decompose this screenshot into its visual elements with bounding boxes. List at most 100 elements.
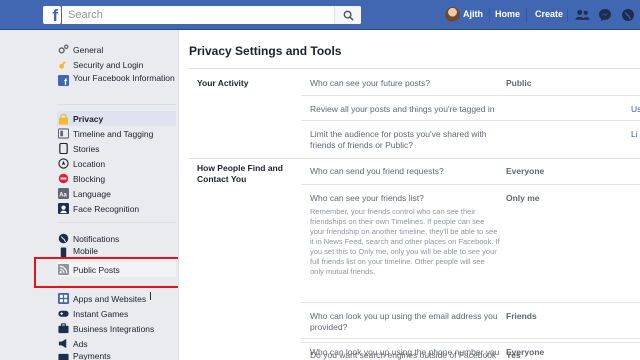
messenger-button[interactable]	[597, 7, 613, 23]
setting-question: Who can look you up using the email addr…	[310, 311, 498, 332]
setting-question: Who can see your future posts?	[310, 78, 431, 88]
apps-icon	[57, 293, 69, 305]
sidebar-item-label: Your Facebook Information	[73, 73, 175, 83]
highlight-box	[34, 257, 191, 288]
svg-text:Aa: Aa	[59, 192, 67, 198]
settings-row[interactable]: Who can see your friends list? Remember,…	[301, 184, 640, 302]
search-placeholder: Search	[68, 9, 103, 21]
sidebar-item-label: Privacy	[73, 113, 104, 124]
sidebar-item-general[interactable]: General	[57, 42, 176, 57]
sidebar-item-label: Blocking	[73, 173, 106, 184]
lock-icon	[57, 113, 69, 125]
key-icon	[57, 59, 69, 71]
sidebar-item-mobile[interactable]: Mobile	[57, 246, 176, 257]
search-button[interactable]	[334, 6, 361, 24]
divider	[189, 68, 640, 69]
search-input[interactable]: Search	[62, 6, 361, 24]
sidebar-item-timeline-and-tagging[interactable]: Timeline and Tagging	[57, 126, 176, 141]
settings-row[interactable]: Who can look you up using the email addr…	[301, 302, 640, 338]
sidebar-item-business-integrations[interactable]: Business Integrations	[57, 321, 176, 336]
friend-requests-button[interactable]	[574, 7, 590, 23]
sidebar-item-location[interactable]: Location	[57, 156, 176, 171]
sidebar-item-label: Location	[73, 158, 106, 169]
sidebar-item-label: Security and Login	[73, 59, 144, 70]
setting-description: Remember, your friends control who can s…	[310, 207, 500, 276]
sidebar-item-label: Face Recognition	[73, 203, 140, 214]
sidebar-item-label: General	[73, 44, 104, 55]
divider	[489, 8, 490, 22]
settings-row[interactable]: Review all your posts and things you're …	[301, 95, 640, 120]
sidebar-item-label: Stories	[73, 143, 100, 154]
text-cursor	[150, 292, 151, 300]
limit-past-posts-link[interactable]: Li	[631, 129, 638, 139]
top-navigation-bar: f Search Ajith Home Create	[0, 0, 640, 30]
settings-row[interactable]: Who can send you friend requests? Everyo…	[301, 158, 640, 184]
stories-icon	[57, 143, 69, 155]
facebook-icon: f	[57, 74, 69, 86]
ads-icon	[57, 338, 69, 350]
sidebar-item-notifications[interactable]: Notifications	[57, 231, 176, 246]
sidebar-item-label: Language	[73, 188, 111, 199]
location-icon	[57, 158, 69, 170]
create-link[interactable]: Create	[535, 9, 563, 19]
avatar[interactable]	[445, 7, 460, 22]
setting-value: Yes	[506, 350, 521, 360]
blocking-icon	[57, 173, 69, 185]
setting-question: Review all your posts and things you're …	[310, 104, 495, 114]
home-link[interactable]: Home	[495, 9, 520, 19]
sidebar-item-face-recognition[interactable]: Face Recognition	[57, 201, 176, 216]
profile-name-link[interactable]: Ajith	[463, 9, 483, 19]
setting-question-text: Who can see your friends list?	[310, 193, 424, 203]
sidebar-item-stories[interactable]: Stories	[57, 141, 176, 156]
setting-question: Limit the audience for posts you've shar…	[310, 129, 487, 150]
settings-row[interactable]: Who can see your future posts? Public	[301, 70, 640, 95]
globe-icon	[622, 9, 634, 21]
sidebar-item-label: Ads	[73, 338, 88, 349]
sidebar-item-ads[interactable]: Ads	[57, 336, 176, 351]
divider	[57, 104, 176, 105]
settings-row[interactable]: Do you want search engines outside of Fa…	[301, 342, 640, 360]
search-icon	[343, 10, 354, 21]
sidebar-item-instant-games[interactable]: Instant Games	[57, 306, 176, 321]
globe-icon	[57, 233, 69, 245]
business-icon	[57, 323, 69, 335]
setting-value: Only me	[506, 193, 540, 203]
face-recognition-icon	[57, 203, 69, 215]
section-title-your-activity: Your Activity	[197, 78, 249, 88]
privacy-settings-panel: Privacy Settings and Tools Your Activity…	[178, 30, 640, 360]
divider	[57, 285, 176, 286]
facebook-logo[interactable]: f	[43, 6, 61, 24]
setting-question: Do you want search engines outside of Fa…	[310, 350, 497, 360]
sidebar-item-apps-and-websites[interactable]: Apps and Websites	[57, 291, 176, 306]
setting-value: Everyone	[506, 166, 545, 176]
settings-row[interactable]: Limit the audience for posts you've shar…	[301, 120, 640, 158]
friend-requests-icon	[574, 9, 590, 20]
sidebar-item-your-facebook-information[interactable]: f Your Facebook Information	[57, 73, 176, 97]
games-icon	[57, 308, 69, 320]
sidebar-item-label: Timeline and Tagging	[73, 128, 154, 139]
timeline-icon	[57, 128, 69, 140]
sidebar-item-label: Mobile	[73, 246, 99, 256]
sidebar-item-label: Notifications	[73, 233, 120, 244]
sidebar-item-security-and-login[interactable]: Security and Login	[57, 57, 176, 72]
sidebar-item-label: Business Integrations	[73, 323, 155, 334]
payments-icon	[57, 351, 69, 360]
setting-value: Friends	[506, 311, 537, 321]
notifications-button[interactable]	[620, 7, 636, 23]
use-activity-log-link[interactable]: Us	[631, 104, 640, 114]
sidebar-item-label: Instant Games	[73, 308, 129, 319]
divider	[526, 8, 527, 22]
sidebar-item-language[interactable]: Aa Language	[57, 186, 176, 201]
setting-question: Who can send you friend requests?	[310, 166, 444, 176]
messenger-icon	[599, 9, 611, 21]
sidebar-item-label: Payments	[73, 351, 111, 360]
gear-icon	[57, 44, 69, 56]
sidebar-item-payments[interactable]: Payments	[57, 351, 176, 360]
sidebar-item-label: Apps and Websites	[73, 293, 147, 304]
sidebar-item-privacy[interactable]: Privacy	[57, 111, 176, 126]
section-title-how-people-find-you: How People Find and Contact You	[197, 163, 283, 184]
divider	[567, 8, 568, 22]
page-title: Privacy Settings and Tools	[189, 44, 342, 58]
sidebar-item-blocking[interactable]: Blocking	[57, 171, 176, 186]
setting-value: Public	[506, 78, 532, 88]
